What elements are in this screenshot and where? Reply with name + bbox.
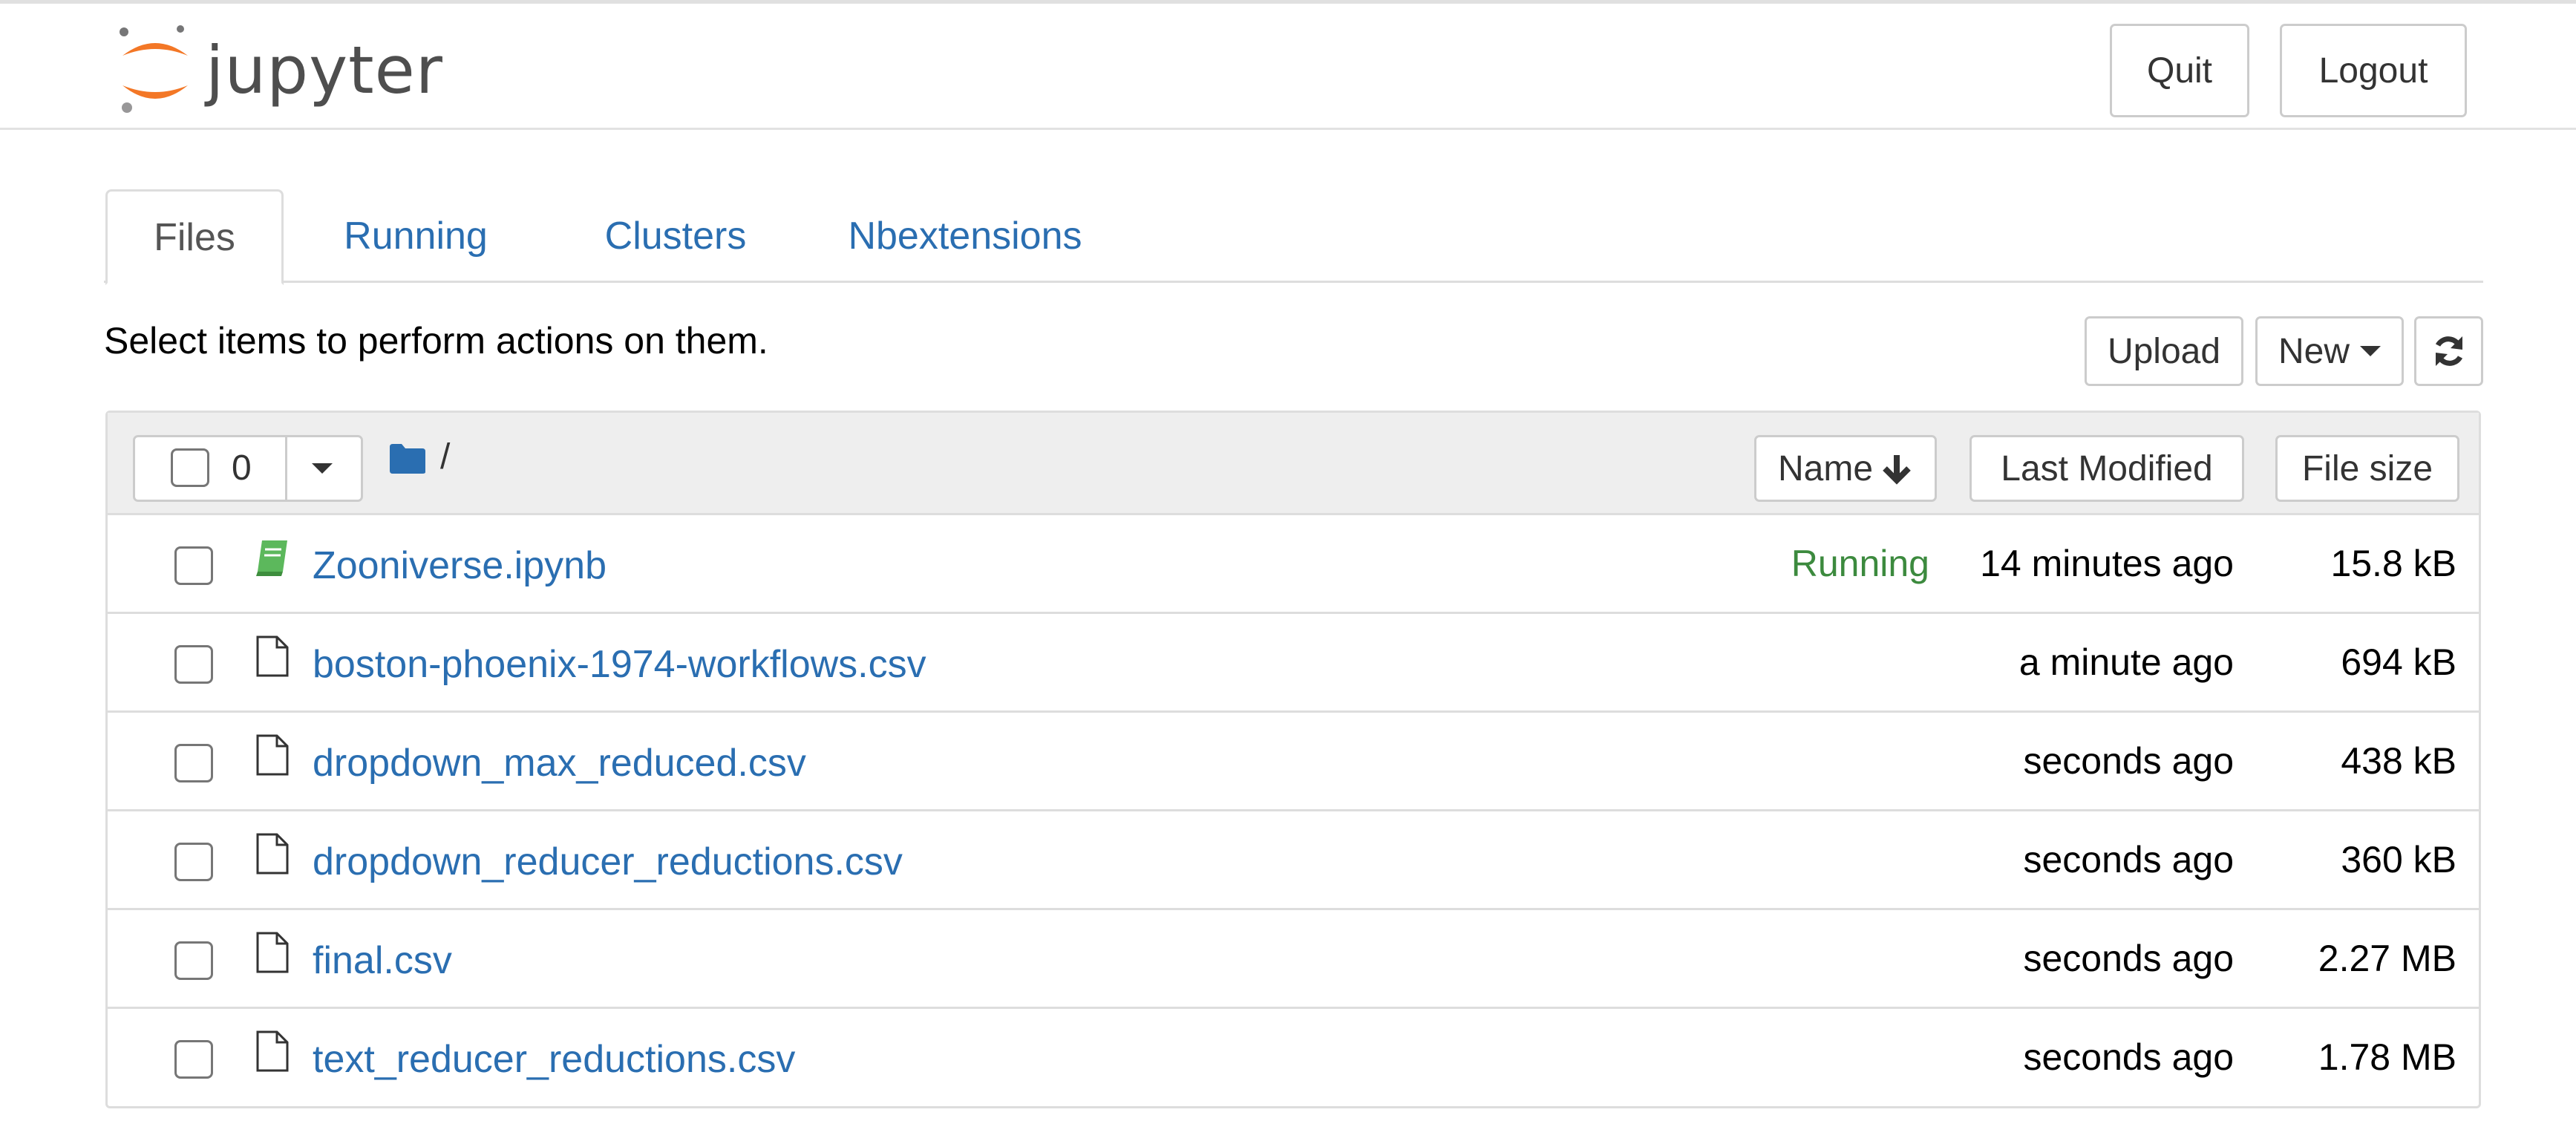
file-row[interactable]: dropdown_max_reduced.csv seconds ago 438 k… bbox=[108, 713, 2479, 811]
select-all-group: 0 bbox=[133, 435, 363, 502]
file-icon bbox=[256, 833, 289, 875]
select-all-checkbox[interactable] bbox=[171, 448, 209, 487]
select-menu-caret-icon[interactable] bbox=[312, 463, 333, 474]
jupyter-logo-icon bbox=[120, 25, 188, 113]
quit-button[interactable]: Quit bbox=[2110, 24, 2249, 117]
tab-running[interactable]: Running bbox=[319, 189, 512, 283]
tab-bar: Files Running Clusters Nbextensions bbox=[104, 189, 2483, 285]
file-row[interactable]: text_reducer_reductions.csv seconds ago 1.… bbox=[108, 1009, 2479, 1108]
logout-button[interactable]: Logout bbox=[2280, 24, 2467, 117]
file-name-link[interactable]: boston-phoenix-1974-workflows.csv bbox=[313, 642, 926, 687]
file-name-link[interactable]: dropdown_reducer_reductions.csv bbox=[313, 840, 903, 884]
file-name-link[interactable]: text_reducer_reductions.csv bbox=[313, 1037, 795, 1082]
file-size: 2.27 MB bbox=[2318, 938, 2456, 979]
last-modified: seconds ago bbox=[2023, 1036, 2234, 1078]
tab-files[interactable]: Files bbox=[105, 189, 284, 285]
sort-by-name-button[interactable]: Name bbox=[1754, 435, 1937, 502]
file-size: 1.78 MB bbox=[2318, 1036, 2456, 1078]
sort-name-label: Name bbox=[1777, 448, 1874, 488]
jupyter-logo[interactable]: jupyter bbox=[115, 22, 443, 119]
last-modified: seconds ago bbox=[2023, 938, 2234, 979]
file-size: 438 kB bbox=[2341, 740, 2456, 782]
file-icon bbox=[256, 932, 289, 973]
upload-button[interactable]: Upload bbox=[2085, 316, 2243, 386]
selected-count: 0 bbox=[232, 448, 252, 488]
file-list-header: 0 / Name Last Modified File size bbox=[108, 413, 2479, 515]
last-modified: 14 minutes ago bbox=[1980, 543, 2234, 584]
row-checkbox[interactable] bbox=[174, 941, 213, 980]
file-row[interactable]: boston-phoenix-1974-workflows.csv a minut… bbox=[108, 614, 2479, 713]
file-size: 694 kB bbox=[2341, 641, 2456, 683]
file-size: 360 kB bbox=[2341, 839, 2456, 880]
caret-down-icon bbox=[2360, 346, 2382, 356]
file-row[interactable]: dropdown_reducer_reductions.csv seconds a… bbox=[108, 811, 2479, 910]
sort-by-size-button[interactable]: File size bbox=[2275, 435, 2459, 502]
row-checkbox[interactable] bbox=[174, 645, 213, 684]
row-checkbox[interactable] bbox=[174, 1040, 213, 1079]
file-icon bbox=[256, 734, 289, 776]
folder-icon[interactable] bbox=[388, 442, 427, 475]
last-modified: seconds ago bbox=[2023, 839, 2234, 880]
row-checkbox[interactable] bbox=[174, 546, 213, 585]
arrow-down-icon bbox=[1883, 455, 1911, 485]
file-icon bbox=[256, 1030, 289, 1072]
breadcrumb-path[interactable]: / bbox=[440, 437, 450, 477]
file-name-link[interactable]: dropdown_max_reduced.csv bbox=[313, 741, 806, 785]
refresh-icon bbox=[2435, 336, 2462, 366]
running-status: Running bbox=[1791, 543, 1929, 584]
file-size: 15.8 kB bbox=[2330, 543, 2456, 584]
row-checkbox[interactable] bbox=[174, 843, 213, 881]
refresh-button[interactable] bbox=[2414, 316, 2483, 386]
new-label: New bbox=[2278, 331, 2350, 371]
notebook-icon bbox=[256, 540, 287, 576]
file-row[interactable]: final.csv seconds ago 2.27 MB bbox=[108, 910, 2479, 1009]
tab-clusters[interactable]: Clusters bbox=[579, 189, 772, 283]
last-modified: a minute ago bbox=[2018, 641, 2234, 683]
file-name-link[interactable]: Zooniverse.ipynb bbox=[313, 543, 607, 588]
select-all-toggle[interactable]: 0 bbox=[135, 437, 287, 500]
tab-nbextensions[interactable]: Nbextensions bbox=[839, 189, 1091, 283]
last-modified: seconds ago bbox=[2023, 740, 2234, 782]
new-dropdown-button[interactable]: New bbox=[2255, 316, 2404, 386]
file-icon bbox=[256, 635, 289, 677]
logo-text: jupyter bbox=[206, 32, 443, 108]
file-name-link[interactable]: final.csv bbox=[313, 938, 452, 983]
instructions-text: Select items to perform actions on them. bbox=[104, 320, 768, 362]
file-list: 0 / Name Last Modified File size Zoonive… bbox=[105, 411, 2481, 1108]
header: jupyter Quit Logout bbox=[0, 4, 2576, 130]
file-row[interactable]: Zooniverse.ipynb Running 14 minutes ago 15.… bbox=[108, 515, 2479, 614]
row-checkbox[interactable] bbox=[174, 744, 213, 782]
sort-by-modified-button[interactable]: Last Modified bbox=[1969, 435, 2244, 502]
